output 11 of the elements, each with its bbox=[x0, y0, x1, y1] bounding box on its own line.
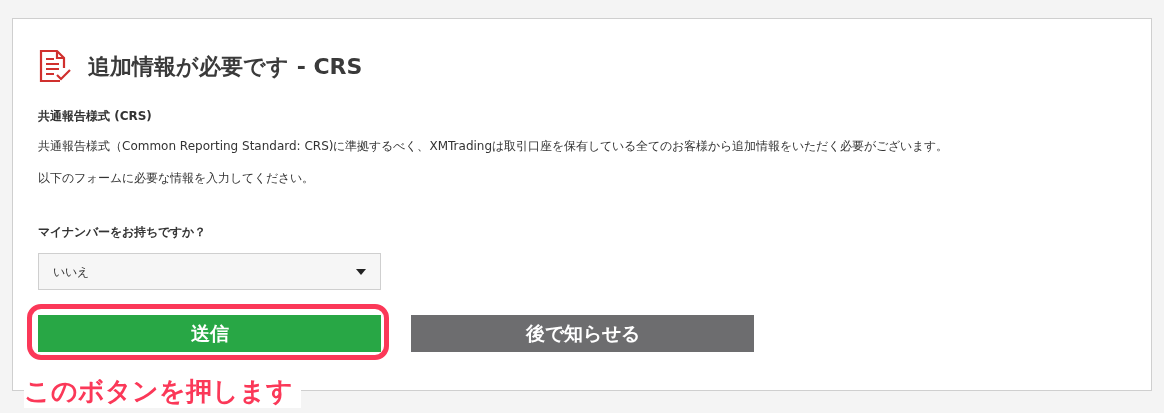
paragraph: 共通報告様式（Common Reporting Standard: CRS)に準拠するべく、XMTradingは取引口座を保有している全てのお客様から追加情報をいただく必要がございます。 bbox=[38, 138, 950, 155]
page-title: 追加情報が必要です - CRS bbox=[88, 52, 363, 81]
caret-icon bbox=[356, 268, 366, 275]
select-value: いいえ bbox=[53, 263, 89, 281]
submit-button[interactable]: 送信 bbox=[38, 315, 381, 352]
select-field[interactable]: いいえ bbox=[38, 253, 381, 290]
later-button[interactable]: 後で知らせる bbox=[411, 315, 754, 352]
section-title: 共通報告様式 (CRS) bbox=[38, 108, 153, 125]
paragraph: 以下のフォームに必要な情報を入力してください。 bbox=[38, 170, 315, 187]
question-label: マイナンバーをお持ちですか？ bbox=[38, 224, 207, 241]
document-check-icon bbox=[38, 49, 72, 83]
